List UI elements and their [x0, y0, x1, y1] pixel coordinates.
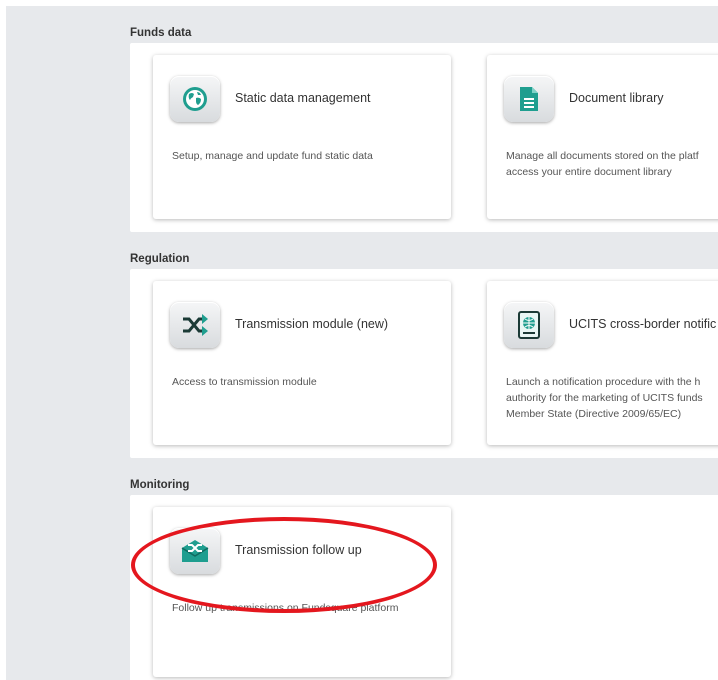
section-title-monitoring: Monitoring: [130, 479, 190, 491]
card-description: Setup, manage and update fund static dat…: [172, 150, 373, 162]
card-title: Transmission follow up: [235, 543, 362, 557]
document-icon: [504, 76, 554, 122]
card-description: Launch a notification procedure with the…: [506, 376, 703, 420]
funds-data-panel: Static data management Setup, manage and…: [130, 43, 718, 232]
passport-icon: [504, 302, 554, 348]
card-transmission-module[interactable]: Transmission module (new) Access to tran…: [153, 281, 451, 445]
monitoring-panel: Transmission follow up Follow up transmi…: [130, 495, 718, 680]
card-title: UCITS cross-border notific: [569, 317, 717, 331]
regulation-panel: Transmission module (new) Access to tran…: [130, 269, 718, 458]
page-background: Funds data Static data management Setup,…: [6, 6, 718, 680]
card-title: Transmission module (new): [235, 317, 389, 331]
section-title-regulation: Regulation: [130, 253, 190, 265]
envelope-shuffle-icon: [170, 528, 220, 574]
globe-icon: [170, 76, 220, 122]
card-title: Document library: [569, 91, 664, 105]
card-title: Static data management: [235, 91, 371, 105]
card-static-data-management[interactable]: Static data management Setup, manage and…: [153, 55, 451, 219]
section-title-funds-data: Funds data: [130, 27, 192, 39]
card-description: Follow up transmissions on Fundsquare pl…: [172, 602, 399, 614]
card-transmission-follow-up[interactable]: Transmission follow up Follow up transmi…: [153, 507, 451, 677]
card-description: Manage all documents stored on the platf…: [506, 150, 699, 178]
card-description: Access to transmission module: [172, 376, 317, 388]
card-document-library[interactable]: Document library Manage all documents st…: [487, 55, 718, 219]
card-ucits-cross-border-notification[interactable]: UCITS cross-border notific Launch a noti…: [487, 281, 718, 445]
shuffle-icon: [170, 302, 220, 348]
